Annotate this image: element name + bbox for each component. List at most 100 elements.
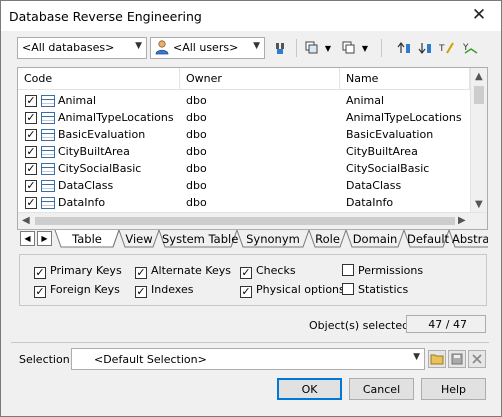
table-row[interactable]: ✓ BasicEvaluation dbo BasicEvaluation xyxy=(18,127,470,144)
checkbox[interactable]: ✓ xyxy=(34,286,46,298)
user-icon xyxy=(155,40,169,55)
scroll-thumb[interactable] xyxy=(35,217,455,225)
objects-selected-count: 47 / 47 xyxy=(406,315,486,333)
row-owner: dbo xyxy=(186,128,207,141)
delete-icon[interactable] xyxy=(468,350,486,368)
indexes-checkbox[interactable]: ✓ Indexes xyxy=(135,283,193,298)
toolbar: <All databases> ▼ <All users> ▼ ▼ ▼ T Y xyxy=(17,37,487,59)
permissions-checkbox[interactable]: Permissions xyxy=(342,264,423,277)
object-type-tabs: ◀ ▶ Table View System Table Synonym Role… xyxy=(18,230,488,248)
row-checkbox[interactable]: ✓ xyxy=(25,163,37,175)
table-icon xyxy=(41,146,55,158)
help-button[interactable]: Help xyxy=(421,378,486,400)
tab-abstract[interactable]: Abstra xyxy=(452,230,488,248)
row-owner: dbo xyxy=(186,145,207,158)
scroll-down-icon[interactable]: ▼ xyxy=(475,199,483,210)
database-filter-combo[interactable]: <All databases> ▼ xyxy=(17,37,147,59)
row-code: BasicEvaluation xyxy=(58,128,146,141)
vertical-scrollbar[interactable]: ▲ ▼ xyxy=(470,68,487,213)
ok-button[interactable]: OK xyxy=(277,378,342,400)
table-row[interactable]: ✓ AnimalTypeLocations dbo AnimalTypeLoca… xyxy=(18,110,470,127)
tab-role[interactable]: Role xyxy=(312,230,343,248)
toolbar-separator xyxy=(296,39,297,57)
column-header-name[interactable]: Name xyxy=(340,68,470,90)
table-row[interactable]: ✓ Animal dbo Animal xyxy=(18,93,470,110)
tab-scroll-right-icon[interactable]: ▶ xyxy=(37,231,52,246)
row-owner: dbo xyxy=(186,111,207,124)
horizontal-scrollbar[interactable]: ◀ ▶ xyxy=(18,212,487,229)
row-name: DataClass xyxy=(346,179,402,192)
object-list[interactable]: Code Owner Name ✓ Animal dbo Animal ✓ An… xyxy=(17,67,488,230)
row-name: BasicEvaluation xyxy=(346,128,434,141)
database-filter-value: <All databases> xyxy=(22,41,115,54)
checkbox[interactable]: ✓ xyxy=(135,267,147,279)
move-up-icon[interactable] xyxy=(395,39,413,57)
toolbar-separator xyxy=(381,39,382,57)
checkbox[interactable]: ✓ xyxy=(240,267,252,279)
row-checkbox[interactable]: ✓ xyxy=(25,95,37,107)
selection-combo[interactable]: <Default Selection> ▼ xyxy=(71,348,425,370)
user-filter-combo[interactable]: <All users> ▼ xyxy=(150,37,265,59)
checkbox[interactable]: ✓ xyxy=(34,267,46,279)
scroll-up-icon[interactable]: ▲ xyxy=(475,71,483,82)
selection-value: <Default Selection> xyxy=(94,353,207,366)
tab-table[interactable]: Table xyxy=(61,230,113,248)
table-row[interactable]: ✓ CityBuiltArea dbo CityBuiltArea xyxy=(18,144,470,161)
row-code: CityBuiltArea xyxy=(58,145,130,158)
checkbox[interactable]: ✓ xyxy=(135,286,147,298)
tab-scroll-left-icon[interactable]: ◀ xyxy=(20,231,35,246)
tab-synonym[interactable]: Synonym xyxy=(240,230,306,248)
row-checkbox[interactable]: ✓ xyxy=(25,146,37,158)
selection-label: Selection: xyxy=(19,353,74,366)
checkbox[interactable]: ✓ xyxy=(240,286,252,298)
row-checkbox[interactable]: ✓ xyxy=(25,180,37,192)
tab-default[interactable]: Default xyxy=(407,230,449,248)
foreign-keys-checkbox[interactable]: ✓ Foreign Keys xyxy=(34,283,120,298)
svg-text:T: T xyxy=(439,44,445,54)
row-owner: dbo xyxy=(186,94,207,107)
row-name: CityBuiltArea xyxy=(346,145,418,158)
close-icon[interactable]: ✕ xyxy=(469,5,489,25)
row-code: CitySocialBasic xyxy=(58,162,142,175)
sort-icon[interactable]: Y xyxy=(462,39,480,57)
chevron-down-icon[interactable]: ▼ xyxy=(356,39,374,57)
move-down-icon[interactable] xyxy=(416,39,434,57)
tab-domain[interactable]: Domain xyxy=(349,230,401,248)
table-icon xyxy=(41,163,55,175)
chevron-down-icon[interactable]: ▼ xyxy=(319,39,337,57)
table-row[interactable]: ✓ DataClass dbo DataClass xyxy=(18,178,470,195)
cancel-button[interactable]: Cancel xyxy=(349,378,414,400)
checks-checkbox[interactable]: ✓ Checks xyxy=(240,264,296,279)
column-header-owner[interactable]: Owner xyxy=(180,68,340,90)
chevron-down-icon: ▼ xyxy=(135,41,142,51)
column-header-code[interactable]: Code xyxy=(18,68,180,90)
save-icon[interactable] xyxy=(448,350,466,368)
row-name: AnimalTypeLocations xyxy=(346,111,462,124)
find-icon[interactable] xyxy=(271,39,289,57)
filter-icon[interactable]: T xyxy=(438,39,456,57)
table-row[interactable]: ✓ CitySocialBasic dbo CitySocialBasic xyxy=(18,161,470,178)
row-checkbox[interactable]: ✓ xyxy=(25,129,37,141)
scroll-thumb[interactable] xyxy=(474,86,484,104)
row-checkbox[interactable]: ✓ xyxy=(25,112,37,124)
objects-selected-label: Object(s) selected: xyxy=(309,319,413,332)
table-icon xyxy=(41,197,55,209)
physical-options-checkbox[interactable]: ✓ Physical options xyxy=(240,283,345,298)
tab-view[interactable]: View xyxy=(122,230,156,248)
statistics-checkbox[interactable]: Statistics xyxy=(342,283,408,296)
scroll-right-icon[interactable]: ▶ xyxy=(458,215,466,226)
chevron-down-icon: ▼ xyxy=(253,41,260,51)
row-code: Animal xyxy=(58,94,97,107)
primary-keys-checkbox[interactable]: ✓ Primary Keys xyxy=(34,264,122,279)
row-name: Animal xyxy=(346,94,385,107)
checkbox[interactable] xyxy=(342,264,354,276)
tab-system-table[interactable]: System Table xyxy=(162,230,238,248)
row-code: AnimalTypeLocations xyxy=(58,111,174,124)
row-checkbox[interactable]: ✓ xyxy=(25,197,37,209)
alternate-keys-checkbox[interactable]: ✓ Alternate Keys xyxy=(135,264,231,279)
open-folder-icon[interactable] xyxy=(428,350,446,368)
table-row[interactable]: ✓ DataInfo dbo DataInfo xyxy=(18,195,470,212)
scroll-left-icon[interactable]: ◀ xyxy=(22,215,30,226)
checkbox[interactable] xyxy=(342,283,354,295)
chevron-down-icon: ▼ xyxy=(413,352,420,362)
